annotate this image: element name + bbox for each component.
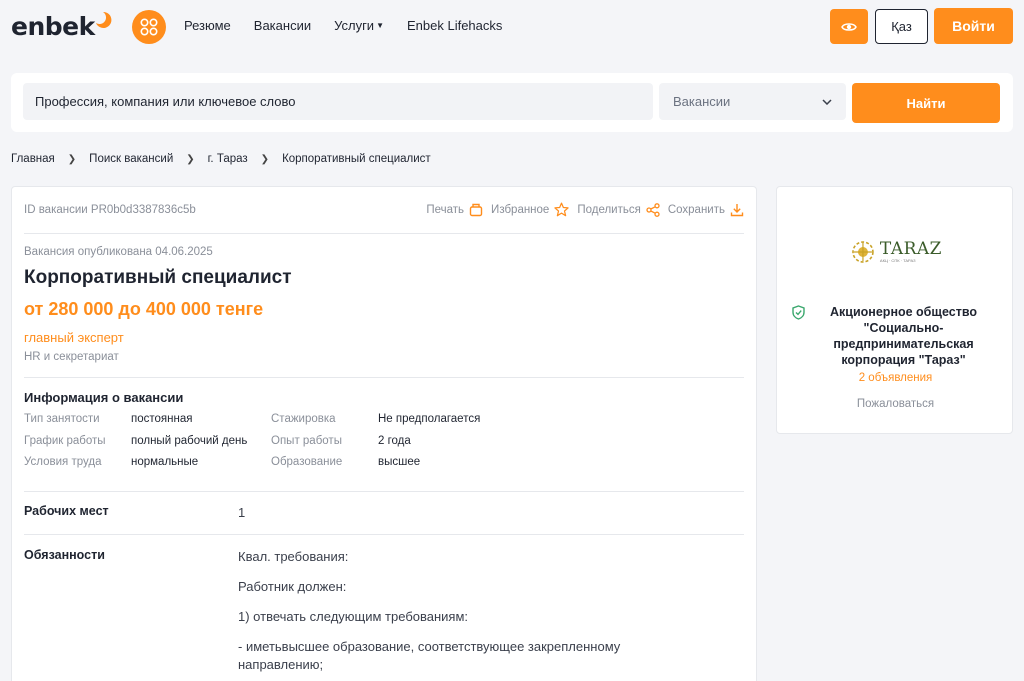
vacancy-title: Корпоративный специалист [24, 267, 292, 288]
company-ads-link[interactable]: 2 объявления [777, 372, 1014, 384]
info-label: График работы [24, 434, 106, 447]
share-label: Поделиться [577, 203, 641, 216]
apps-grid-icon [140, 18, 158, 36]
chevron-right-icon: ❯ [67, 153, 77, 165]
divider [24, 233, 744, 234]
enbek-logo[interactable]: enbek [11, 11, 112, 42]
logo-text: enbek [11, 12, 95, 41]
print-button[interactable]: Печать [426, 203, 483, 217]
vacancy-salary: от 280 000 до 400 000 тенге [24, 299, 264, 319]
info-label: Опыт работы [271, 434, 342, 447]
caret-down-icon: ▼ [376, 21, 384, 30]
breadcrumb-current: Корпоративный специалист [282, 153, 431, 165]
save-label: Сохранить [667, 203, 725, 216]
info-label: Стажировка [271, 413, 336, 425]
company-logo-subtext: АКЦ · СПК · ТАРАЗ [879, 258, 916, 263]
company-logo-text: TARAZ [879, 239, 942, 259]
main-nav: Резюме Вакансии Услуги ▼ Enbek Lifehacks [184, 18, 525, 33]
info-label: Условия труда [24, 456, 102, 468]
breadcrumb-search[interactable]: Поиск вакансий [89, 153, 173, 165]
nav-lifehacks[interactable]: Enbek Lifehacks [407, 18, 502, 33]
nav-services[interactable]: Услуги ▼ [334, 18, 384, 33]
search-input[interactable] [23, 83, 653, 120]
info-value: 2 года [378, 434, 411, 447]
favorite-label: Избранное [491, 203, 550, 216]
search-panel: Вакансии Найти [11, 73, 1013, 132]
search-button[interactable]: Найти [852, 83, 1000, 123]
breadcrumb: Главная ❯ Поиск вакансий ❯ г. Тараз ❯ Ко… [11, 153, 431, 165]
apps-menu-button[interactable] [132, 10, 166, 44]
info-section-title: Информация о вакансии [24, 390, 184, 405]
accessibility-button[interactable] [830, 9, 868, 44]
vacancy-position: главный эксперт [24, 330, 124, 345]
company-card: TARAZ АКЦ · СПК · ТАРАЗ Акционерное обще… [776, 186, 1013, 434]
nav-vacancies[interactable]: Вакансии [254, 18, 311, 33]
breadcrumb-home[interactable]: Главная [11, 153, 55, 165]
breadcrumb-city[interactable]: г. Тараз [208, 153, 248, 165]
info-label: Тип занятости [24, 413, 100, 425]
company-logo[interactable]: TARAZ АКЦ · СПК · ТАРАЗ [850, 236, 942, 268]
duty-line: 1) отвечать следующим требованиям: [238, 609, 469, 624]
divider [24, 534, 744, 535]
site-header: enbek Резюме Вакансии Услуги ▼ Enbek Life… [0, 0, 1024, 52]
vacancy-card: ID вакансии PR0b0d3387836c5b Печать Избр… [11, 186, 757, 681]
chevron-right-icon: ❯ [186, 153, 195, 165]
favorite-button[interactable]: Избранное [491, 202, 569, 217]
info-value: Не предполагается [378, 413, 481, 425]
vacancy-category: HR и секретариат [24, 351, 119, 363]
vacancy-actions: Печать Избранное Поделиться Сохранить [418, 202, 744, 217]
chevron-right-icon: ❯ [260, 153, 270, 165]
print-icon [469, 203, 483, 216]
company-emblem-icon [852, 241, 874, 263]
vacancy-id: ID вакансии PR0b0d3387836c5b [24, 204, 196, 216]
nav-resume[interactable]: Резюме [184, 18, 231, 33]
duty-line: Работник должен: [238, 579, 347, 594]
info-label: Образование [271, 456, 343, 468]
language-button[interactable]: Қаз [875, 9, 928, 44]
eye-icon [841, 22, 857, 31]
published-date: Вакансия опубликована 04.06.2025 [24, 246, 213, 258]
nav-services-label: Услуги [334, 18, 375, 33]
workplaces-label: Рабочих мест [24, 504, 109, 518]
print-label: Печать [426, 203, 465, 216]
star-icon [554, 202, 569, 217]
search-type-value: Вакансии [673, 94, 731, 109]
workplaces-value: 1 [238, 505, 246, 520]
shield-check-icon [792, 305, 805, 320]
info-value: нормальные [131, 456, 199, 468]
info-value: высшее [378, 456, 421, 468]
divider [24, 377, 744, 378]
logo-swoosh-icon [96, 11, 112, 28]
search-type-select[interactable]: Вакансии [659, 83, 846, 120]
duty-line: - иметьвысшее образование, соответствующ… [238, 639, 621, 672]
download-icon [730, 203, 744, 216]
divider [24, 491, 744, 492]
chevron-down-icon [822, 98, 832, 105]
save-button[interactable]: Сохранить [668, 203, 744, 217]
duty-line: Квал. требования: [238, 549, 349, 564]
share-icon [646, 202, 660, 217]
duties-label: Обязанности [24, 548, 105, 562]
company-name[interactable]: Акционерное общество "Социально-предприн… [805, 304, 1002, 368]
complain-link[interactable]: Пожаловаться [777, 398, 1014, 410]
company-name-block: Акционерное общество "Социально-предприн… [792, 304, 1002, 368]
share-button[interactable]: Поделиться [577, 202, 660, 217]
info-value: полный рабочий день [131, 434, 248, 447]
info-value: постоянная [131, 413, 193, 425]
login-button[interactable]: Войти [934, 8, 1013, 44]
